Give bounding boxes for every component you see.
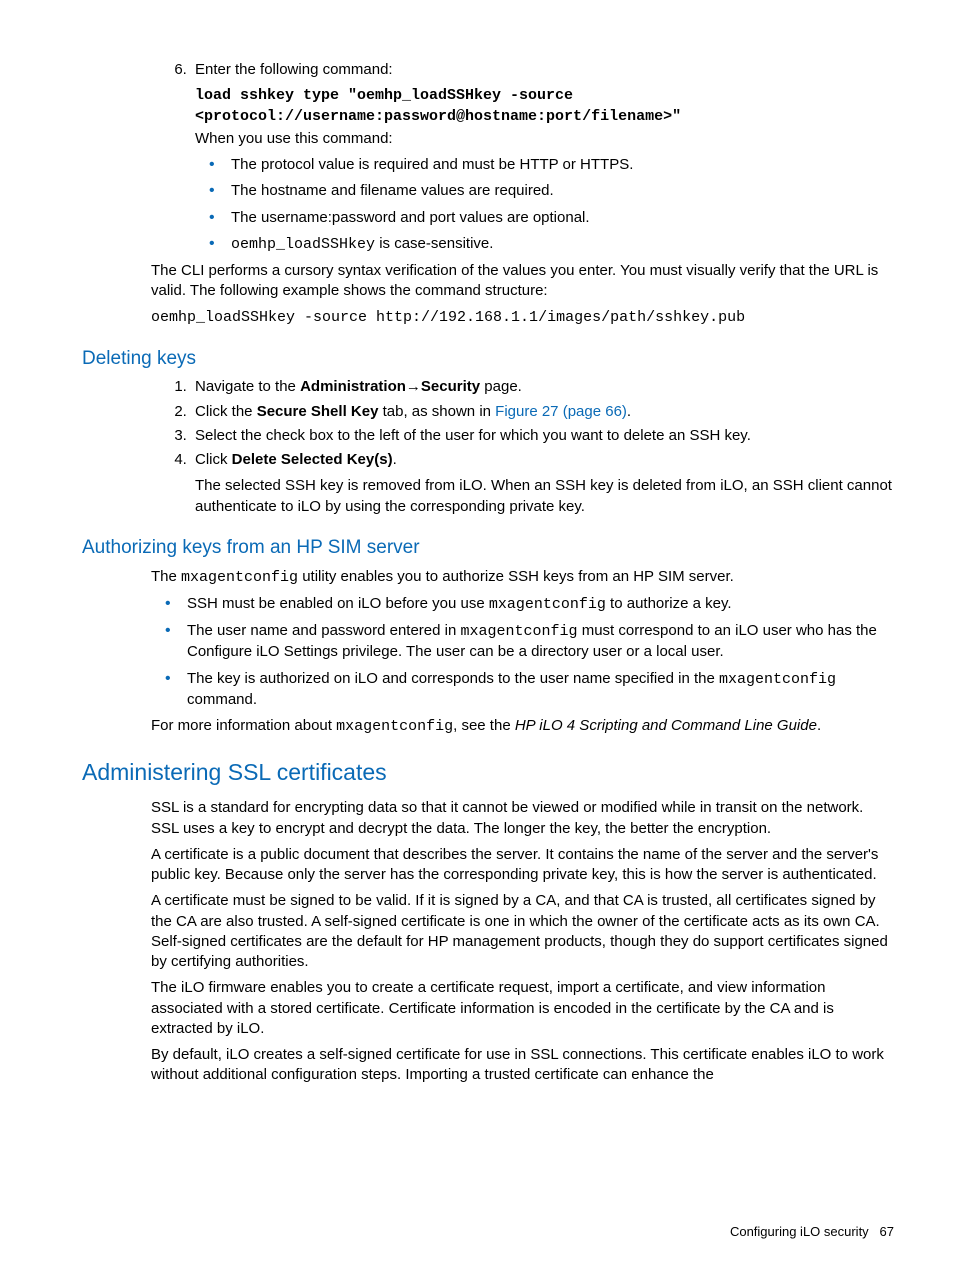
text: Navigate to the	[195, 378, 300, 395]
text: For more information about	[151, 717, 336, 734]
deleting-step-3: Select the check box to the left of the …	[191, 426, 894, 446]
auth-bullet-2: The user name and password entered in mx…	[183, 621, 894, 663]
bullet-case-sensitive: oemhp_loadSSHkey is case-sensitive.	[227, 234, 894, 255]
deleting-step-4: Click Delete Selected Key(s). The select…	[191, 450, 894, 517]
command-line-2: <protocol://username:password@hostname:p…	[195, 107, 894, 127]
document-page: Enter the following command: load sshkey…	[0, 0, 954, 1271]
deleting-step-1: Navigate to the Administration→Security …	[191, 377, 894, 397]
italic-guide-title: HP iLO 4 Scripting and Command Line Guid…	[515, 717, 817, 734]
deleting-step-4-para: The selected SSH key is removed from iLO…	[195, 476, 894, 517]
deleting-step-2: Click the Secure Shell Key tab, as shown…	[191, 402, 894, 422]
code-oemhp: oemhp_loadSSHkey	[231, 236, 375, 253]
command-line-1: load sshkey type "oemhp_loadSSHkey -sour…	[195, 86, 894, 106]
deleting-steps-list: Navigate to the Administration→Security …	[151, 377, 894, 517]
step6-bullet-list: The protocol value is required and must …	[195, 155, 894, 255]
text: SSH must be enabled on iLO before you us…	[187, 595, 489, 612]
auth-bullet-3: The key is authorized on iLO and corresp…	[183, 669, 894, 711]
authorizing-more-info: For more information about mxagentconfig…	[151, 716, 894, 737]
cli-paragraph: The CLI performs a cursory syntax verifi…	[151, 261, 894, 302]
bold-secure-shell-key: Secure Shell Key	[257, 403, 379, 420]
footer-section-title: Configuring iLO security	[730, 1224, 869, 1239]
command-block: load sshkey type "oemhp_loadSSHkey -sour…	[195, 86, 894, 127]
footer-page-number: 67	[880, 1224, 894, 1239]
code-mxagentconfig: mxagentconfig	[336, 718, 453, 735]
bullet-hostname: The hostname and filename values are req…	[227, 181, 894, 201]
text: .	[393, 451, 397, 468]
code-mxagentconfig: mxagentconfig	[719, 671, 836, 688]
code-mxagentconfig: mxagentconfig	[181, 569, 298, 586]
auth-bullet-1: SSH must be enabled on iLO before you us…	[183, 594, 894, 615]
text-case-sensitive: is case-sensitive.	[375, 235, 493, 252]
ssl-para-2: A certificate is a public document that …	[151, 845, 894, 886]
code-mxagentconfig: mxagentconfig	[489, 596, 606, 613]
body-column: Enter the following command: load sshkey…	[151, 60, 894, 1086]
heading-authorizing-keys: Authorizing keys from an HP SIM server	[82, 535, 894, 561]
text: to authorize a key.	[606, 595, 732, 612]
step6-intro: Enter the following command:	[195, 61, 393, 78]
bold-administration: Administration	[300, 378, 406, 395]
ssl-para-1: SSL is a standard for encrypting data so…	[151, 798, 894, 839]
text: command.	[187, 691, 257, 708]
text: .	[817, 717, 821, 734]
heading-administering-ssl: Administering SSL certificates	[82, 757, 894, 788]
text: page.	[480, 378, 522, 395]
text: The key is authorized on iLO and corresp…	[187, 670, 719, 687]
text: .	[627, 403, 631, 420]
arrow: →	[406, 378, 421, 395]
text: The	[151, 568, 181, 585]
authorizing-intro: The mxagentconfig utility enables you to…	[151, 567, 894, 588]
text: tab, as shown in	[378, 403, 495, 420]
bold-security: Security	[421, 378, 480, 395]
heading-deleting-keys: Deleting keys	[82, 346, 894, 372]
text: Click the	[195, 403, 257, 420]
text: , see the	[453, 717, 515, 734]
ordered-list-step6: Enter the following command: load sshkey…	[151, 60, 894, 255]
ssl-para-4: The iLO firmware enables you to create a…	[151, 978, 894, 1039]
bold-delete-selected: Delete Selected Key(s)	[232, 451, 393, 468]
page-footer: Configuring iLO security 67	[730, 1223, 894, 1241]
when-you-use: When you use this command:	[195, 129, 894, 149]
text: utility enables you to authorize SSH key…	[298, 568, 734, 585]
code-mxagentconfig: mxagentconfig	[461, 623, 578, 640]
list-item-step6: Enter the following command: load sshkey…	[191, 60, 894, 255]
authorizing-bullet-list: SSH must be enabled on iLO before you us…	[151, 594, 894, 710]
text: Click	[195, 451, 232, 468]
cli-example-command: oemhp_loadSSHkey -source http://192.168.…	[151, 308, 894, 328]
text: The user name and password entered in	[187, 622, 461, 639]
bullet-username: The username:password and port values ar…	[227, 208, 894, 228]
ssl-para-3: A certificate must be signed to be valid…	[151, 891, 894, 972]
link-figure-27[interactable]: Figure 27 (page 66)	[495, 403, 627, 420]
bullet-protocol: The protocol value is required and must …	[227, 155, 894, 175]
ssl-para-5: By default, iLO creates a self-signed ce…	[151, 1045, 894, 1086]
